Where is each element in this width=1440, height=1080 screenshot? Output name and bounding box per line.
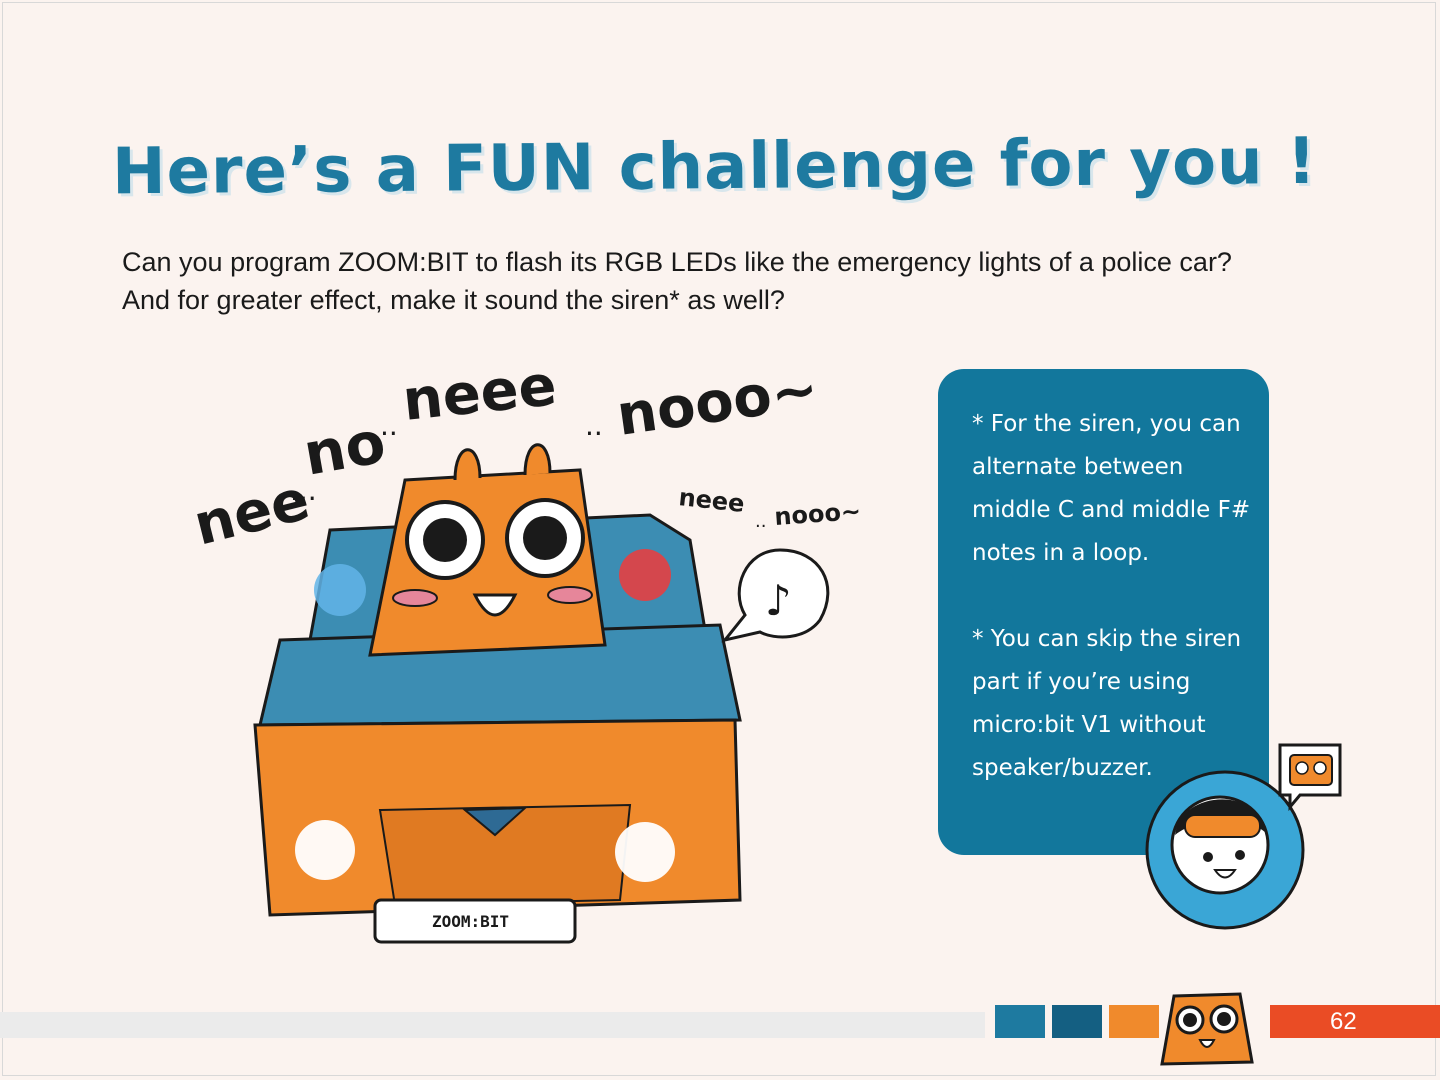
music-note-icon: ♪	[765, 576, 792, 625]
siren-glow-red	[619, 549, 671, 601]
robot-ear-right	[523, 443, 552, 476]
robot-blush-left	[392, 589, 438, 607]
sound-text-dots-3: ..	[585, 409, 603, 442]
footer-bar	[0, 1012, 985, 1038]
footer-square-dark-blue	[1052, 1005, 1102, 1038]
sound-text-nooo: nooo~	[613, 356, 822, 449]
robot-pupil-right	[523, 516, 567, 560]
robot-blush-right	[547, 586, 593, 604]
siren-glow-blue	[314, 564, 366, 616]
police-car-illustration: nee ... no .. neee .. nooo~ neee .. nooo…	[188, 353, 862, 944]
sound-text-no: no	[299, 408, 391, 489]
kid-avatar	[1145, 743, 1342, 930]
sound-text-small-neee: neee	[677, 483, 745, 518]
sound-text-neee: neee	[400, 353, 560, 434]
footer-robot-logo-icon	[1160, 992, 1254, 1066]
intro-text: Can you program ZOOM:BIT to flash its RG…	[122, 243, 1362, 319]
intro-line-2: And for greater effect, make it sound th…	[122, 285, 785, 315]
headlight-left	[295, 820, 355, 880]
robot-pupil-left	[423, 518, 467, 562]
footer-square-light-blue	[995, 1005, 1045, 1038]
page-title: Here’s a FUN challenge for you !	[111, 124, 1318, 210]
robot-ear-left	[453, 448, 482, 481]
sound-text-dots-2: ..	[380, 409, 398, 442]
headlight-right	[615, 822, 675, 882]
kid-goggles	[1184, 814, 1261, 838]
sound-text-small-dots: ..	[755, 511, 766, 532]
intro-line-1: Can you program ZOOM:BIT to flash its RG…	[122, 247, 1232, 277]
sound-text-small-nooo: nooo~	[773, 497, 861, 531]
tip-siren-notes: * For the siren, you can alternate betwe…	[972, 411, 1251, 566]
license-plate-text: ZOOM:BIT	[432, 912, 509, 931]
page-number: 62	[1330, 1008, 1357, 1035]
